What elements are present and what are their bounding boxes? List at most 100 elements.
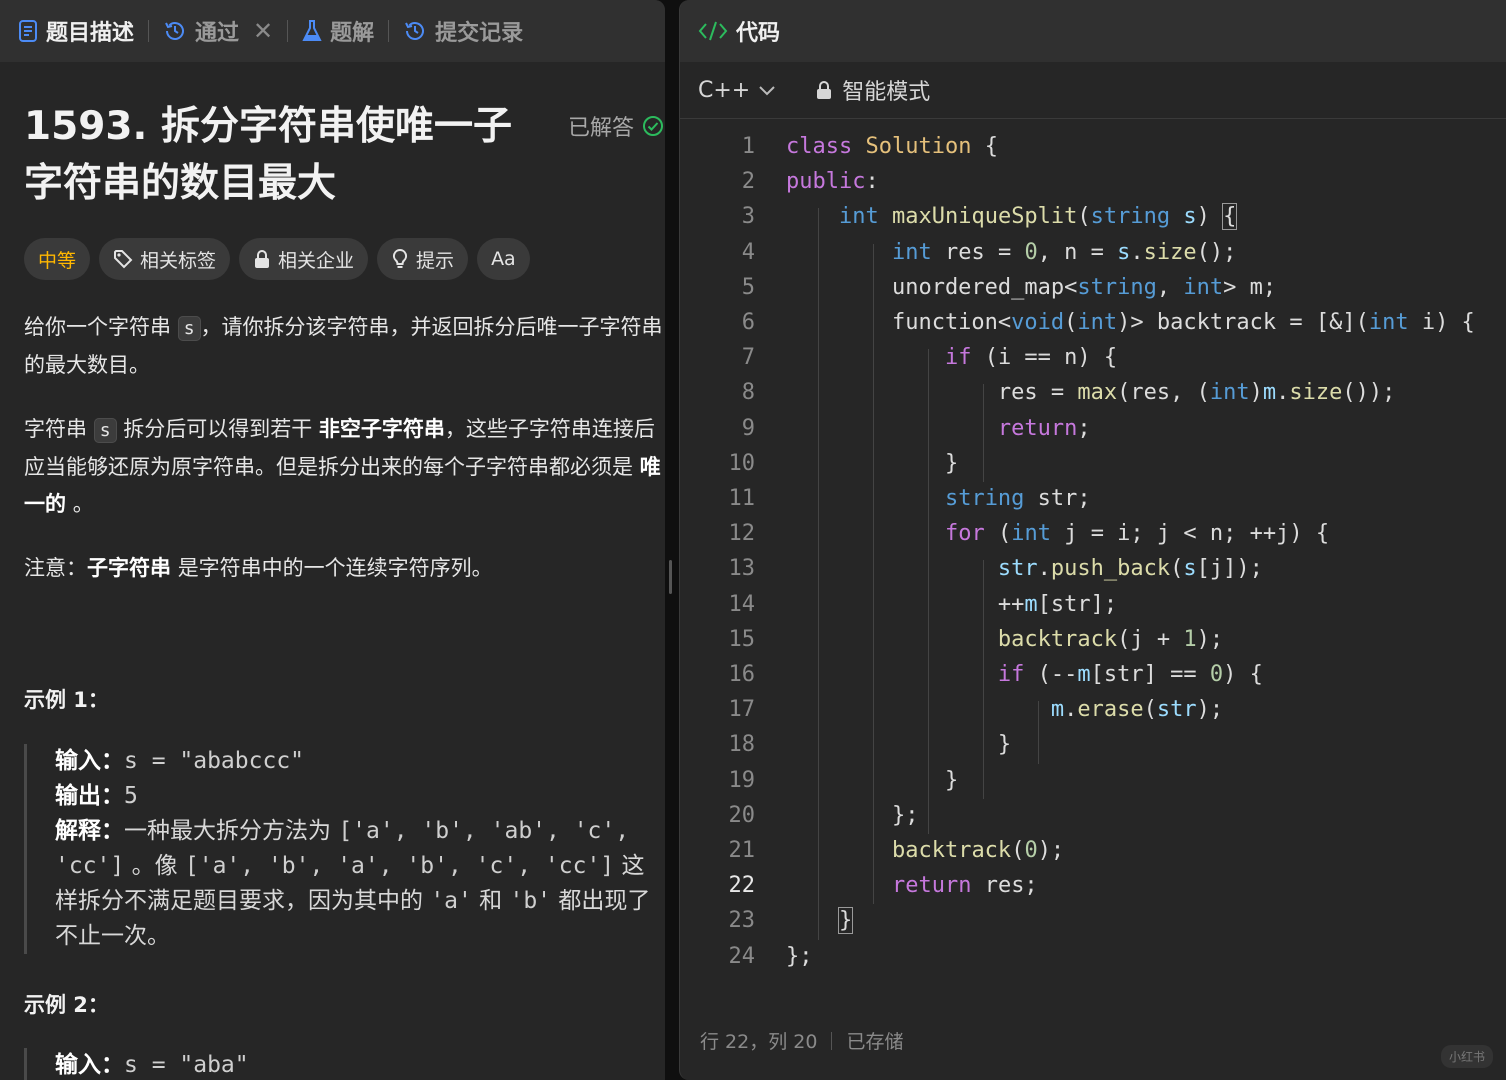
code-line[interactable]: return res; xyxy=(786,873,1038,898)
line-number: 9 xyxy=(741,415,755,441)
text: 。像 xyxy=(131,853,178,879)
tab-submissions[interactable]: 提交记录 xyxy=(403,15,523,47)
code-line[interactable]: ++m[str]; xyxy=(786,592,1117,617)
code-line[interactable]: for (int j = i; j < n; ++j) { xyxy=(786,521,1329,546)
tab-separator xyxy=(148,20,150,42)
line-number: 5 xyxy=(741,274,755,300)
translate-button[interactable]: Aa xyxy=(477,238,530,280)
code-icon xyxy=(698,20,728,42)
label: 输出： xyxy=(55,783,124,809)
code-panel: 代码 C++ 智能模式 1 class Solution {2 public: 3 i… xyxy=(679,0,1506,1080)
inline-code: s xyxy=(177,316,201,341)
code-line[interactable]: function<void(int)> backtrack = [&](int … xyxy=(786,310,1475,335)
tab-description[interactable]: 题目描述 xyxy=(18,15,134,47)
indent-guide xyxy=(817,208,819,940)
cursor-position: 行 22，列 20 xyxy=(700,1031,818,1053)
tab-passed[interactable]: 通过 ✕ xyxy=(163,15,273,47)
example-1-title: 示例 1： xyxy=(24,688,109,712)
line-number: 22 xyxy=(728,873,756,899)
related-tags-label: 相关标签 xyxy=(140,249,217,272)
line-number: 10 xyxy=(728,450,756,476)
code-line[interactable]: } xyxy=(786,732,1011,757)
code-line[interactable]: m.erase(str); xyxy=(786,697,1223,722)
indent-guide xyxy=(928,349,929,834)
line-number: 23 xyxy=(728,908,756,934)
language-select[interactable]: C++ xyxy=(698,78,776,103)
lock-icon xyxy=(816,80,832,100)
line-number: 12 xyxy=(728,521,756,547)
code-line[interactable]: public: xyxy=(786,169,879,194)
value: s = "aba" xyxy=(124,1052,249,1078)
line-number: 13 xyxy=(728,556,756,582)
example-2-title: 示例 2： xyxy=(24,993,109,1017)
example-1-output: 输出：5 xyxy=(55,779,664,814)
hint-button[interactable]: 提示 xyxy=(377,238,469,280)
indent-guide xyxy=(983,560,985,799)
status-separator xyxy=(831,1031,833,1050)
companies-button[interactable]: 相关企业 xyxy=(239,238,369,280)
example-1-block: 输入：s = "ababccc" 输出：5 解释：一种最大拆分方法为 ['a',… xyxy=(24,744,664,954)
smart-mode-toggle[interactable]: 智能模式 xyxy=(816,74,930,106)
value: 5 xyxy=(124,783,138,809)
line-number: 7 xyxy=(741,345,755,371)
tab-solutions[interactable]: 题解 xyxy=(302,15,374,47)
tab-separator xyxy=(388,20,390,42)
tab-solutions-label: 题解 xyxy=(330,21,375,46)
code-line[interactable]: str.push_back(s[j]); xyxy=(786,556,1263,581)
code-line[interactable]: int maxUniqueSplit(string s) { xyxy=(786,203,1238,231)
line-number: 14 xyxy=(728,591,756,617)
code-line[interactable]: if (--m[str] == 0) { xyxy=(786,662,1263,687)
code-line[interactable]: backtrack(0); xyxy=(786,838,1064,863)
indent-guide xyxy=(983,384,985,482)
text: 拆分后可以得到若干 xyxy=(123,417,313,441)
text: 字符串 xyxy=(24,417,87,441)
description-paragraph-1: 给你一个字符串 s ，请你拆分该字符串，并返回拆分后唯一子字符串的最大数目。 xyxy=(24,309,664,384)
text: 注意： xyxy=(24,556,87,580)
smart-mode-label: 智能模式 xyxy=(842,80,931,105)
solved-status: 已解答 xyxy=(568,110,664,142)
chevron-down-icon xyxy=(758,84,776,96)
line-number: 19 xyxy=(728,767,756,793)
difficulty-badge[interactable]: 中等 xyxy=(24,238,91,280)
line-number: 18 xyxy=(728,732,756,758)
bold-text: 子字符串 xyxy=(87,556,171,580)
line-number: 15 xyxy=(728,626,756,652)
code-line[interactable]: }; xyxy=(786,803,919,828)
code-line[interactable]: class Solution { xyxy=(786,134,998,159)
translate-icon: Aa xyxy=(491,248,516,270)
label: 解释： xyxy=(55,818,124,844)
hint-label: 提示 xyxy=(416,249,455,272)
example-2-block: 输入：s = "aba" xyxy=(24,1048,664,1080)
value: 'b' xyxy=(509,888,552,914)
title-row: 1593. 拆分字符串使唯一子字符串的数目最大 已解答 xyxy=(24,98,664,212)
text: 一种最大拆分方法为 xyxy=(124,818,331,844)
watermark-logo: 小红书 xyxy=(1440,1045,1493,1068)
flask-icon xyxy=(302,19,322,43)
code-line[interactable]: res = max(res, (int)m.size()); xyxy=(786,380,1395,405)
example-2-input: 输入：s = "aba" xyxy=(55,1048,664,1080)
description-paragraph-3: 注意：子字符串 是字符串中的一个连续字符序列。 xyxy=(24,550,664,587)
history-icon xyxy=(163,19,187,43)
code-line[interactable]: int res = 0, n = s.size(); xyxy=(786,240,1236,265)
line-number: 17 xyxy=(728,697,756,723)
code-line[interactable]: }; xyxy=(786,944,813,969)
value: s = "ababccc" xyxy=(124,748,305,774)
code-line[interactable]: string str; xyxy=(786,486,1091,511)
related-tags-button[interactable]: 相关标签 xyxy=(99,238,231,280)
code-panel-title: 代码 xyxy=(736,21,781,46)
close-icon[interactable]: ✕ xyxy=(253,17,273,45)
label: 输入： xyxy=(55,1052,124,1078)
code-line[interactable]: } xyxy=(786,907,854,935)
text: 和 xyxy=(479,888,503,914)
line-number: 20 xyxy=(728,802,756,828)
code-line[interactable]: unordered_map<string, int> m; xyxy=(786,275,1276,300)
code-line[interactable]: return; xyxy=(786,416,1091,441)
line-number: 2 xyxy=(741,169,755,195)
example-1-input: 输入：s = "ababccc" xyxy=(55,744,664,779)
code-line[interactable]: backtrack(j + 1); xyxy=(786,627,1223,652)
panel-resize-handle[interactable] xyxy=(669,560,672,594)
line-number: 16 xyxy=(728,662,756,687)
problem-title[interactable]: 1593. 拆分字符串使唯一子字符串的数目最大 xyxy=(24,98,534,212)
code-line[interactable]: if (i == n) { xyxy=(786,345,1117,370)
problem-tabbar: 题目描述 通过 ✕ 题解 提交记录 xyxy=(0,0,665,62)
